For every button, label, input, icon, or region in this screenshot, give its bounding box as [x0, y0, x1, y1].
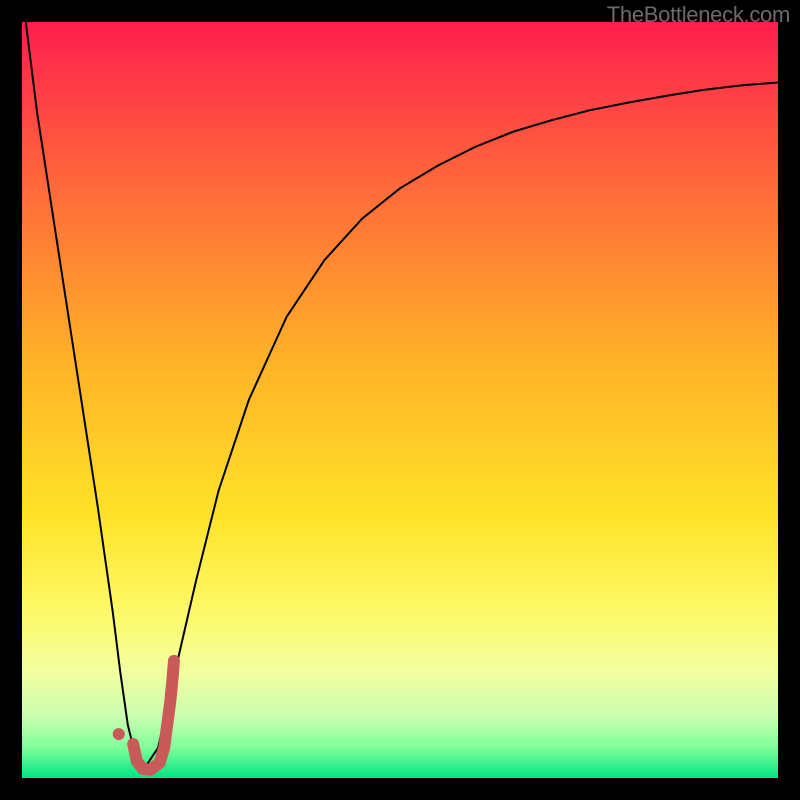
gradient-background — [22, 22, 778, 778]
marker-dot — [113, 728, 125, 740]
chart-svg — [22, 22, 778, 778]
plot-area — [22, 22, 778, 778]
chart-frame: TheBottleneck.com — [0, 0, 800, 800]
watermark-text: TheBottleneck.com — [607, 2, 790, 28]
